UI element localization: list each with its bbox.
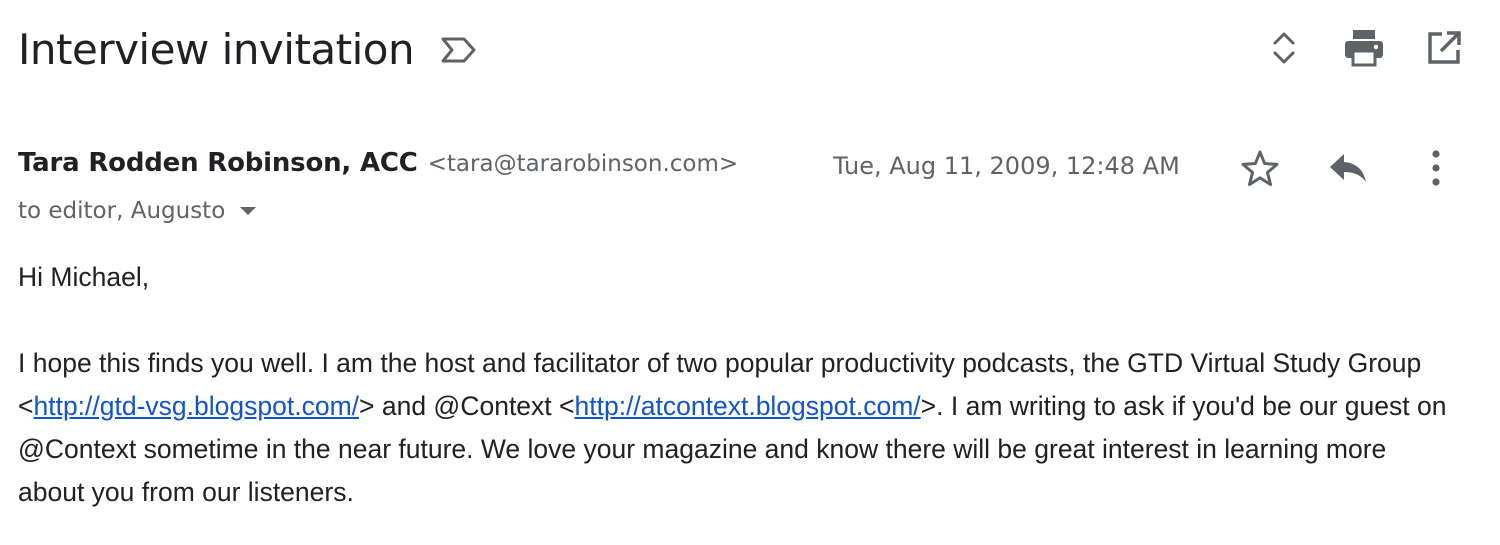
reply-button[interactable] bbox=[1324, 146, 1372, 194]
reply-icon bbox=[1328, 152, 1368, 189]
print-icon bbox=[1344, 29, 1384, 72]
email-paragraph: I hope this finds you well. I am the hos… bbox=[18, 342, 1448, 514]
open-in-new-window-button[interactable] bbox=[1422, 28, 1466, 72]
message-actions bbox=[1236, 146, 1460, 194]
print-all-button[interactable] bbox=[1342, 28, 1386, 72]
recipients-toggle[interactable]: to editor, Augusto bbox=[18, 198, 257, 224]
open-in-new-icon bbox=[1426, 30, 1462, 71]
caret-down-icon bbox=[239, 205, 257, 217]
unfold-more-icon bbox=[1270, 28, 1298, 73]
atcontext-link[interactable]: http://atcontext.blogspot.com/ bbox=[575, 391, 921, 421]
thread-actions bbox=[1226, 28, 1466, 72]
email-subject: Interview invitation bbox=[18, 25, 415, 74]
recipients-summary: to editor, Augusto bbox=[18, 198, 226, 224]
email-date: Tue, Aug 11, 2009, 12:48 AM bbox=[833, 152, 1180, 180]
subject-row: Interview invitation bbox=[18, 22, 480, 78]
sender-email: <tara@tararobinson.com> bbox=[427, 151, 739, 177]
paragraph-text: > and @Context < bbox=[359, 391, 575, 421]
sender-name[interactable]: Tara Rodden Robinson, ACC bbox=[18, 148, 418, 178]
importance-marker-icon[interactable] bbox=[440, 35, 480, 65]
more-options-button[interactable] bbox=[1412, 146, 1460, 194]
more-vert-icon bbox=[1431, 149, 1441, 192]
email-view: Interview invitation Tara Rodden Robinso… bbox=[0, 0, 1500, 545]
sender-row: Tara Rodden Robinson, ACC <tara@tararobi… bbox=[18, 148, 738, 188]
expand-all-button[interactable] bbox=[1262, 28, 1306, 72]
gtd-vsg-link[interactable]: http://gtd-vsg.blogspot.com/ bbox=[33, 391, 359, 421]
star-outline-icon bbox=[1240, 149, 1280, 192]
email-body: Hi Michael, I hope this finds you well. … bbox=[18, 256, 1448, 514]
email-greeting: Hi Michael, bbox=[18, 262, 150, 292]
star-button[interactable] bbox=[1236, 146, 1284, 194]
